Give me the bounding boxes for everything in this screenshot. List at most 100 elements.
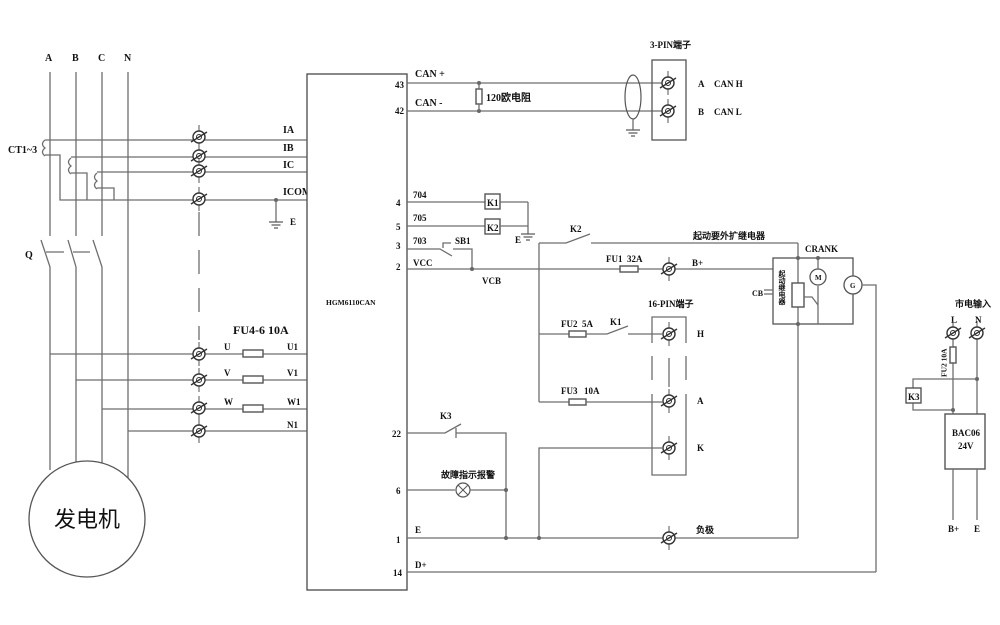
label-v: V [224, 368, 231, 378]
signal-ib: IB [283, 143, 294, 154]
mains-charger: 市电输入 L N FU2 10A K3 BAC06 24V B+ E [905, 298, 991, 534]
fuse-fu3 [568, 398, 587, 406]
mains-n: N [975, 315, 982, 325]
fu3-rating: 10A [584, 386, 600, 396]
pin-14: 14 [393, 568, 403, 578]
alarm-lamp-label: 故障指示报警 [441, 469, 495, 480]
ground-pin-label: E [415, 525, 421, 535]
current-transformers: CT1~3 E [8, 124, 307, 340]
pin-5: 5 [396, 222, 401, 232]
mains-fuse-label: FU2 10A [940, 348, 949, 377]
voltage-fuse-label: FU4-6 10A [233, 323, 289, 337]
label-v1: V1 [287, 368, 298, 378]
mains-fuse [949, 346, 957, 364]
phase-label-b: B [72, 53, 79, 64]
charger-e: E [974, 524, 980, 534]
label-w1: W1 [287, 397, 301, 407]
fu3-label: FU3 [561, 386, 578, 396]
phase-lines: A B C N Q [25, 53, 132, 478]
breaker-q: Q [25, 239, 103, 470]
fuse-fu4 [242, 349, 264, 358]
fu1-label: FU1 [606, 254, 623, 264]
can-shield [624, 74, 642, 120]
ct-label: CT1~3 [8, 145, 37, 156]
charger-model: BAC06 [952, 428, 981, 438]
fu2-rating: 5A [582, 319, 594, 329]
can-term-a: A [698, 79, 705, 89]
phase-label-n: N [124, 53, 132, 64]
can-resistor [475, 88, 483, 105]
pin-4: 4 [396, 198, 401, 208]
k1-contact-label: K1 [610, 317, 622, 327]
dplus-label: D+ [415, 560, 427, 570]
terminal3-box [651, 59, 687, 141]
phase-label-a: A [45, 53, 53, 64]
controller-box [306, 73, 408, 591]
start-circuit: K2 起动要外扩继电器 FU1 32A B+ 起动继电器 CB M CRANK … [538, 224, 877, 572]
crank-label: CRANK [805, 244, 838, 254]
label-u: U [224, 342, 231, 352]
fuse-fu6 [242, 404, 264, 413]
terminal3-title: 3-PIN端子 [650, 39, 691, 50]
alternator-label: G [850, 282, 856, 290]
controller: HGM6110CAN [306, 73, 408, 591]
generator-label: 发电机 [54, 508, 120, 533]
k2-contact-label: K2 [570, 224, 582, 234]
fuse-fu1 [619, 265, 639, 273]
generator: 发电机 [28, 460, 146, 578]
pin-43: 43 [395, 80, 405, 90]
label-n1: N1 [287, 420, 298, 430]
wire-705: 705 [413, 213, 427, 223]
relay-k3-label: K3 [908, 392, 920, 402]
starter-relay-coil [791, 282, 805, 308]
fuse-fu5 [242, 375, 264, 384]
can-minus-label: CAN - [415, 98, 443, 109]
fu1-rating: 32A [627, 254, 643, 264]
signal-ic: IC [283, 160, 294, 171]
terminal16-a: A [697, 396, 704, 406]
wire-703: 703 [413, 236, 427, 246]
can-bus: CAN + CAN - 43 42 120欧电阻 3-PIN端子 A CAN H… [395, 39, 743, 141]
terminal16-h: H [697, 329, 704, 339]
controller-model: HGM6110CAN [326, 298, 376, 307]
breaker-label: Q [25, 250, 33, 261]
label-u1: U1 [287, 342, 298, 352]
fu2-label: FU2 [561, 319, 578, 329]
mains-l: L [951, 315, 957, 325]
pin-6: 6 [396, 486, 401, 496]
switch-sb1-label: SB1 [455, 236, 471, 246]
wire-704: 704 [413, 190, 427, 200]
k3-contact-label: K3 [440, 411, 452, 421]
relay-k1-label: K1 [487, 198, 499, 208]
label-w: W [224, 397, 233, 407]
phase-label-c: C [98, 53, 105, 64]
relay-k2-label: K2 [487, 223, 499, 233]
charger-voltage: 24V [958, 441, 974, 451]
ground-label: E [290, 217, 296, 227]
voltage-inputs: FU4-6 10A U V W U1 V1 W1 N1 27 28 29 30 [50, 323, 324, 444]
pin-1: 1 [396, 535, 401, 545]
bplus-label: B+ [692, 258, 703, 268]
alarm-circuit: 22 6 K3 故障指示报警 1 E 负极 14 D+ [392, 411, 876, 578]
outputs: 4 5 3 2 704 705 703 VCC K1 K2 E SB1 VCB [396, 190, 640, 286]
start-relay-note: 起动要外扩继电器 [692, 230, 766, 241]
can-plus-label: CAN + [415, 69, 445, 80]
fuse-fu2 [568, 330, 587, 338]
pin-2: 2 [396, 262, 401, 272]
pin-42: 42 [395, 106, 405, 116]
cb-label: CB [752, 289, 764, 298]
can-term-h: CAN H [714, 79, 743, 89]
can-term-b: B [698, 107, 704, 117]
resistor-label: 120欧电阻 [486, 91, 531, 104]
pin-3: 3 [396, 241, 401, 251]
vcb-label: VCB [482, 276, 501, 286]
starter-relay-label: 起动继电器 [778, 269, 787, 306]
relay-ground-label: E [515, 235, 521, 245]
motor-label: M [815, 274, 822, 282]
can-term-l: CAN L [714, 107, 742, 117]
wiring-diagram: A B C N Q CT1~3 E IA IB IC ICOM FU4-6 10… [8, 39, 991, 591]
charger-bplus: B+ [948, 524, 959, 534]
terminal16-title: 16-PIN端子 [648, 298, 694, 309]
wire-vcc: VCC [413, 258, 433, 268]
mains-title: 市电输入 [955, 298, 991, 309]
